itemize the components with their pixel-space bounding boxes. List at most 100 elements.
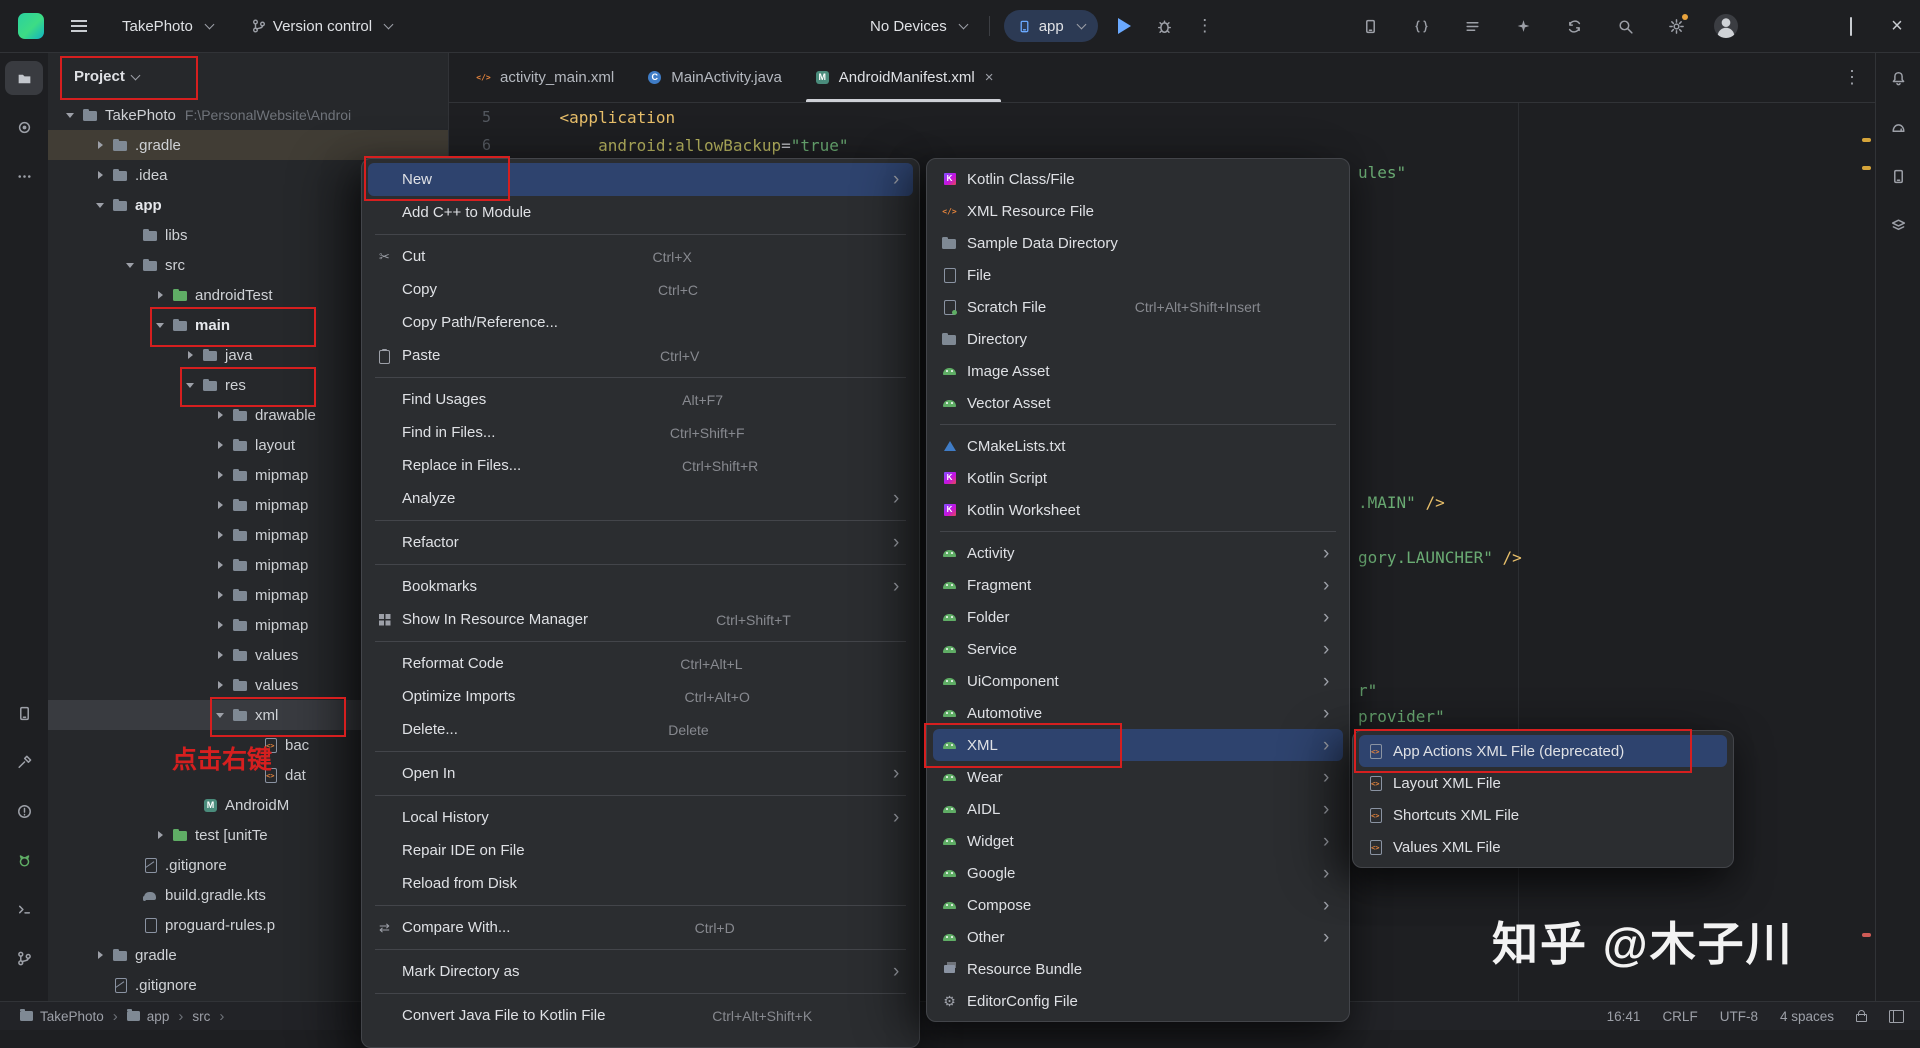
layout-widget-icon[interactable] (1889, 1010, 1904, 1023)
editor-tab[interactable]: MainActivity.java × (630, 53, 798, 102)
vcs-widget[interactable]: Version control (243, 9, 400, 43)
menu-item[interactable]: Optimize Imports Ctrl+Alt+O › (368, 680, 913, 713)
maximize-button[interactable] (1828, 0, 1874, 52)
menu-item[interactable]: Activity › (933, 537, 1343, 569)
menu-item[interactable]: Replace in Files... Ctrl+Shift+R › (368, 449, 913, 482)
version-control-icon[interactable] (5, 941, 43, 975)
device-selector[interactable]: No Devices (862, 9, 975, 43)
chevron-icon[interactable] (154, 828, 168, 842)
more-tool-windows-icon[interactable] (5, 159, 43, 193)
menu-item[interactable]: New › (368, 163, 913, 196)
chevron-icon[interactable] (124, 918, 138, 932)
menu-item[interactable]: Cut Ctrl+X › (368, 240, 913, 273)
main-menu-icon[interactable] (66, 13, 92, 39)
gradle-icon[interactable] (1879, 110, 1917, 144)
minimize-button[interactable] (1782, 0, 1828, 52)
menu-item[interactable]: Vector Asset › (933, 387, 1343, 419)
chevron-icon[interactable] (94, 198, 108, 212)
menu-item[interactable]: Show In Resource Manager Ctrl+Shift+T › (368, 603, 913, 636)
settings-icon[interactable] (1663, 13, 1689, 39)
notifications-icon[interactable] (1879, 61, 1917, 95)
menu-item[interactable]: Service › (933, 633, 1343, 665)
menu-item[interactable]: Repair IDE on File › (368, 834, 913, 867)
editor-tab[interactable]: AndroidManifest.xml × (798, 53, 1010, 102)
menu-item[interactable]: File › (933, 259, 1343, 291)
sync-icon[interactable] (1561, 13, 1587, 39)
menu-item[interactable]: Find Usages Alt+F7 › (368, 383, 913, 416)
tab-options-icon[interactable]: ⋮ (1843, 67, 1862, 88)
menu-item[interactable]: Resource Bundle › (933, 953, 1343, 985)
encoding-widget[interactable]: UTF-8 (1720, 1009, 1758, 1024)
menu-item[interactable]: Other › (933, 921, 1343, 953)
tree-row[interactable]: .gradle (48, 130, 448, 160)
search-icon[interactable] (1612, 13, 1638, 39)
logcat-icon[interactable] (5, 843, 43, 877)
chevron-icon[interactable] (184, 348, 198, 362)
menu-item[interactable]: App Actions XML File (deprecated) › (1359, 735, 1727, 767)
menu-item[interactable]: AIDL › (933, 793, 1343, 825)
menu-item[interactable]: Open In › (368, 757, 913, 790)
menu-item[interactable]: Bookmarks › (368, 570, 913, 603)
menu-item[interactable]: Compose › (933, 889, 1343, 921)
menu-item[interactable]: Analyze › (368, 482, 913, 515)
menu-item[interactable]: Kotlin Class/File › (933, 163, 1343, 195)
menu-item[interactable]: CMakeLists.txt › (933, 430, 1343, 462)
menu-item[interactable]: Find in Files... Ctrl+Shift+F › (368, 416, 913, 449)
menu-item[interactable]: Local History › (368, 801, 913, 834)
chevron-icon[interactable] (214, 618, 228, 632)
menu-item[interactable]: Add C++ to Module › (368, 196, 913, 229)
menu-item[interactable]: Mark Directory as › (368, 955, 913, 988)
chevron-icon[interactable] (244, 738, 258, 752)
close-tab-icon[interactable]: × (985, 69, 994, 86)
chevron-icon[interactable] (94, 948, 108, 962)
project-tool-button[interactable] (5, 61, 43, 95)
chevron-icon[interactable] (214, 438, 228, 452)
chevron-icon[interactable] (214, 708, 228, 722)
code-inspection-icon[interactable] (1408, 13, 1434, 39)
menu-item[interactable]: Reload from Disk › (368, 867, 913, 900)
ai-assistant-icon[interactable] (1510, 13, 1536, 39)
user-avatar[interactable] (1714, 14, 1738, 38)
menu-item[interactable]: Widget › (933, 825, 1343, 857)
device-explorer-icon[interactable] (5, 696, 43, 730)
menu-item[interactable]: EditorConfig File › (933, 985, 1343, 1017)
debug-button[interactable] (1152, 13, 1178, 39)
problems-icon[interactable] (5, 794, 43, 828)
chevron-icon[interactable] (154, 288, 168, 302)
chevron-icon[interactable] (214, 468, 228, 482)
caret-position-widget[interactable]: 16:41 (1607, 1009, 1641, 1024)
chevron-icon[interactable] (214, 588, 228, 602)
line-separator-widget[interactable]: CRLF (1662, 1009, 1697, 1024)
chevron-icon[interactable] (124, 888, 138, 902)
terminal-icon[interactable] (5, 892, 43, 926)
menu-item[interactable]: UiComponent › (933, 665, 1343, 697)
menu-item[interactable]: Kotlin Worksheet › (933, 494, 1343, 526)
close-button[interactable]: × (1874, 0, 1920, 52)
menu-item[interactable]: Copy Ctrl+C › (368, 273, 913, 306)
menu-item[interactable]: Refactor › (368, 526, 913, 559)
menu-item[interactable]: Reformat Code Ctrl+Alt+L › (368, 647, 913, 680)
chevron-icon[interactable] (94, 978, 108, 992)
run-configuration-selector[interactable]: app (1004, 10, 1098, 42)
chevron-icon[interactable] (214, 648, 228, 662)
menu-item[interactable]: Sample Data Directory › (933, 227, 1343, 259)
menu-item[interactable]: Copy Path/Reference... › (368, 306, 913, 339)
more-actions-icon[interactable]: ⋮ (1192, 13, 1218, 39)
build-icon[interactable] (5, 745, 43, 779)
menu-item[interactable]: Scratch File Ctrl+Alt+Shift+Insert › (933, 291, 1343, 323)
project-view-dropdown[interactable]: Project (48, 53, 448, 100)
menu-item[interactable]: XML Resource File › (933, 195, 1343, 227)
chevron-icon[interactable] (124, 858, 138, 872)
menu-item[interactable]: Convert Java File to Kotlin File Ctrl+Al… (368, 999, 913, 1032)
breadcrumb-item[interactable]: src (192, 1009, 210, 1024)
menu-item[interactable]: XML › (933, 729, 1343, 761)
chevron-icon[interactable] (214, 558, 228, 572)
chevron-icon[interactable] (94, 168, 108, 182)
editor-tab[interactable]: activity_main.xml × (459, 53, 630, 102)
breadcrumb-item[interactable]: TakePhoto (40, 1009, 104, 1024)
menu-item[interactable]: Folder › (933, 601, 1343, 633)
menu-item[interactable]: Shortcuts XML File › (1359, 799, 1727, 831)
chevron-icon[interactable] (64, 108, 78, 122)
menu-item[interactable]: Paste Ctrl+V › (368, 339, 913, 372)
chevron-icon[interactable] (94, 138, 108, 152)
